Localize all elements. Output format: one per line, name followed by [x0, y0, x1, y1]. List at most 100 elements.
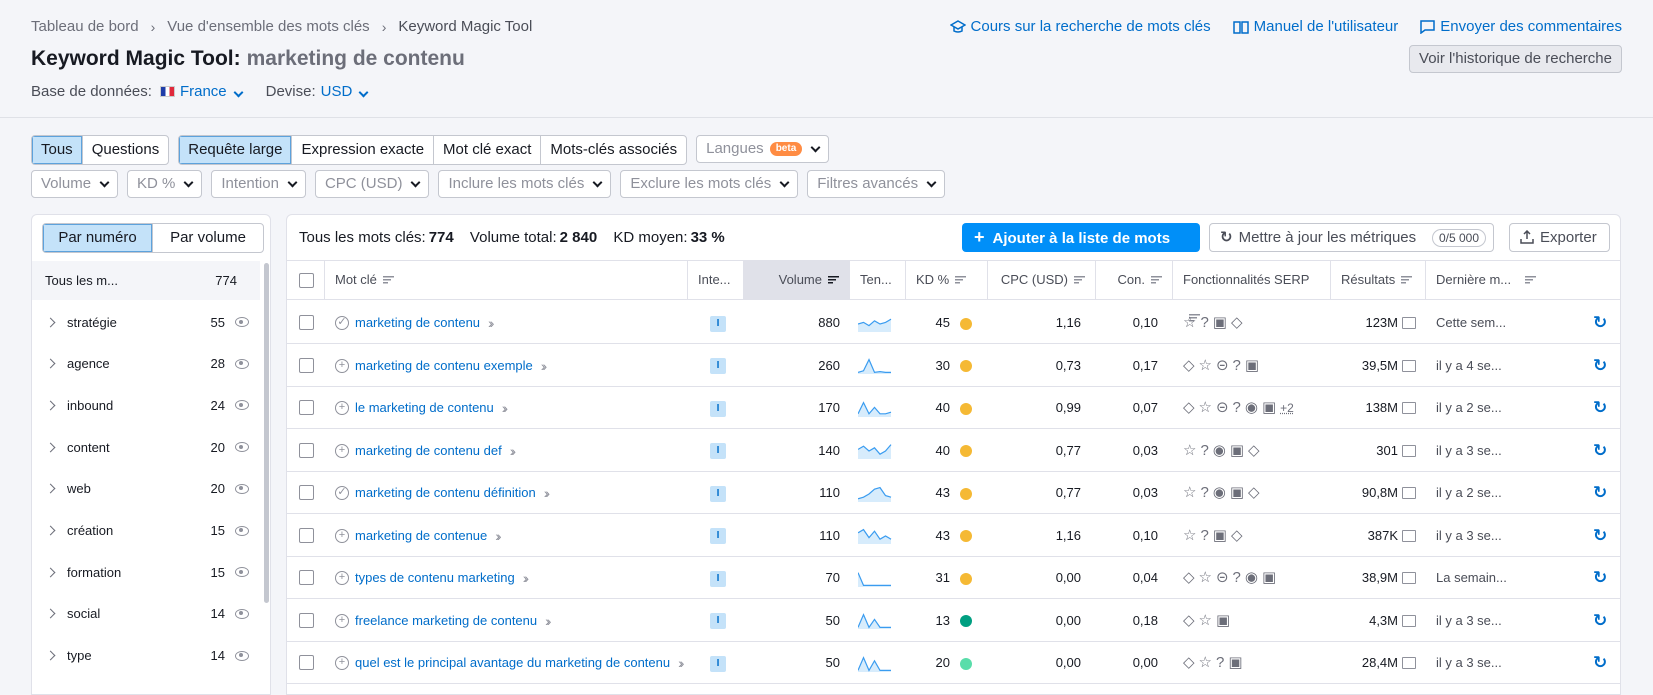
sidebar-group-item[interactable]: inbound 24 — [32, 383, 260, 427]
header-competition[interactable]: Con. — [1096, 261, 1173, 299]
chevron-right-icon[interactable] — [45, 525, 56, 536]
add-circle-icon[interactable]: + — [335, 656, 349, 670]
double-chevron-icon[interactable]: ›› — [523, 556, 530, 600]
serp-preview-icon[interactable] — [1402, 614, 1416, 627]
select-all-checkbox[interactable] — [299, 273, 314, 288]
all-keywords-group[interactable]: Tous les m... 774 — [32, 261, 260, 300]
tab-questions[interactable]: Questions — [83, 136, 169, 164]
check-circle-icon[interactable]: ✓ — [335, 316, 349, 330]
serp-preview-icon[interactable] — [1402, 487, 1416, 499]
tab-by-number[interactable]: Par numéro — [43, 224, 153, 252]
header-last-update[interactable]: Dernière m... — [1426, 261, 1620, 299]
currency-select[interactable]: USD — [321, 83, 369, 100]
serp-features-icons[interactable]: ◇☆⊝?◉▣+2 — [1183, 386, 1323, 430]
chevron-right-icon[interactable] — [45, 400, 56, 411]
serp-features-icons[interactable]: ◇☆▣ — [1183, 599, 1323, 643]
header-serp-features[interactable]: Fonctionnalités SERP — [1173, 261, 1331, 322]
header-results[interactable]: Résultats — [1331, 261, 1426, 299]
keyword-link[interactable]: ✓ marketing de contenu définition ›› — [335, 471, 695, 515]
row-checkbox[interactable] — [299, 527, 314, 543]
row-checkbox[interactable] — [299, 357, 314, 373]
serp-features-icons[interactable]: ◇☆⊝?◉▣ — [1183, 556, 1323, 600]
chevron-right-icon[interactable] — [45, 567, 56, 578]
keyword-link[interactable]: + marketing de contenu exemple ›› — [335, 344, 695, 388]
update-metrics-button[interactable]: ↻ Mettre à jour les métriques 0/5 000 — [1209, 223, 1494, 252]
refresh-icon[interactable]: ↻ — [1593, 514, 1607, 558]
eye-icon[interactable] — [235, 442, 249, 453]
keyword-link[interactable]: + freelance marketing de contenu ›› — [335, 599, 695, 643]
volume-filter[interactable]: Volume — [31, 170, 119, 198]
double-chevron-icon[interactable]: ›› — [678, 641, 685, 685]
add-circle-icon[interactable]: + — [335, 613, 349, 628]
double-chevron-icon[interactable]: ›› — [502, 386, 509, 430]
row-checkbox[interactable] — [299, 570, 314, 585]
serp-features-icons[interactable]: ☆?◉▣◇ — [1183, 429, 1323, 473]
chevron-right-icon[interactable] — [45, 442, 56, 453]
chevron-right-icon[interactable] — [45, 358, 56, 369]
double-chevron-icon[interactable]: ›› — [488, 301, 495, 345]
check-circle-icon[interactable]: ✓ — [335, 486, 349, 500]
intent-filter[interactable]: Intention — [211, 170, 306, 198]
serp-preview-icon[interactable] — [1402, 572, 1416, 584]
breadcrumb-dashboard[interactable]: Tableau de bord — [31, 18, 139, 35]
add-to-list-button[interactable]: + Ajouter à la liste de mots clés — [962, 223, 1200, 276]
tab-phrase-match[interactable]: Expression exacte — [292, 136, 435, 164]
more-features[interactable]: +2 — [1280, 401, 1294, 415]
sidebar-group-item[interactable]: content 20 — [32, 425, 260, 469]
serp-preview-icon[interactable] — [1402, 317, 1416, 329]
keyword-link[interactable]: ✓ marketing de contenu ›› — [335, 301, 695, 345]
eye-icon[interactable] — [235, 525, 249, 536]
cpc-filter[interactable]: CPC (USD) — [314, 170, 430, 198]
header-cpc[interactable]: CPC (USD) — [988, 261, 1096, 299]
refresh-icon[interactable]: ↻ — [1593, 556, 1607, 600]
keyword-link[interactable]: + marketing de contenu def ›› — [335, 429, 695, 473]
chevron-right-icon[interactable] — [45, 650, 56, 661]
keyword-link[interactable]: + types de contenu marketing ›› — [335, 556, 695, 600]
refresh-icon[interactable]: ↻ — [1593, 429, 1607, 473]
tab-exact-match[interactable]: Mot clé exact — [434, 136, 542, 164]
keyword-link[interactable]: + le marketing de contenu ›› — [335, 386, 695, 430]
header-volume[interactable]: Volume — [744, 261, 850, 299]
row-checkbox[interactable] — [299, 315, 314, 330]
row-checkbox[interactable] — [299, 400, 314, 415]
header-trend[interactable]: Ten... — [850, 261, 906, 299]
double-chevron-icon[interactable]: ›› — [510, 429, 517, 473]
sidebar-group-item[interactable]: agence 28 — [32, 342, 260, 386]
sidebar-group-item[interactable]: création 15 — [32, 509, 260, 553]
export-button[interactable]: Exporter — [1509, 223, 1610, 252]
add-circle-icon[interactable]: + — [335, 528, 349, 543]
serp-features-icons[interactable]: ☆?▣◇ — [1183, 514, 1323, 558]
feedback-link[interactable]: Envoyer des commentaires — [1420, 18, 1622, 35]
header-intent[interactable]: Inte... — [688, 261, 744, 299]
double-chevron-icon[interactable]: ›› — [544, 471, 551, 515]
eye-icon[interactable] — [235, 608, 249, 619]
refresh-icon[interactable]: ↻ — [1593, 344, 1607, 388]
serp-preview-icon[interactable] — [1402, 402, 1416, 414]
chevron-right-icon[interactable] — [45, 317, 56, 327]
breadcrumb-keyword-overview[interactable]: Vue d'ensemble des mots clés — [167, 18, 369, 35]
serp-features-icons[interactable]: ◇☆?▣ — [1183, 641, 1323, 685]
eye-icon[interactable] — [235, 483, 249, 494]
eye-icon[interactable] — [235, 317, 249, 327]
refresh-icon[interactable]: ↻ — [1593, 386, 1607, 430]
eye-icon[interactable] — [235, 650, 249, 661]
sidebar-group-item[interactable]: social 14 — [32, 592, 260, 636]
header-keyword[interactable]: Mot clé — [325, 261, 688, 299]
tab-broad-match[interactable]: Requête large — [179, 136, 293, 164]
eye-icon[interactable] — [235, 358, 249, 369]
add-circle-icon[interactable]: + — [335, 571, 349, 585]
row-checkbox[interactable] — [299, 612, 314, 628]
sidebar-group-item[interactable]: type 14 — [32, 634, 260, 678]
refresh-icon[interactable]: ↻ — [1593, 599, 1607, 643]
eye-icon[interactable] — [235, 567, 249, 578]
sidebar-group-item[interactable]: stratégie 55 — [32, 300, 260, 344]
serp-preview-icon[interactable] — [1402, 359, 1416, 372]
exclude-keywords-filter[interactable]: Exclure les mots clés — [620, 170, 799, 198]
row-checkbox[interactable] — [299, 485, 314, 500]
add-circle-icon[interactable]: + — [335, 358, 349, 373]
keyword-link[interactable]: + marketing de contenue ›› — [335, 514, 695, 558]
row-checkbox[interactable] — [299, 442, 314, 458]
eye-icon[interactable] — [235, 400, 249, 411]
tab-all[interactable]: Tous — [32, 136, 83, 164]
tab-related[interactable]: Mots-clés associés — [541, 136, 686, 164]
